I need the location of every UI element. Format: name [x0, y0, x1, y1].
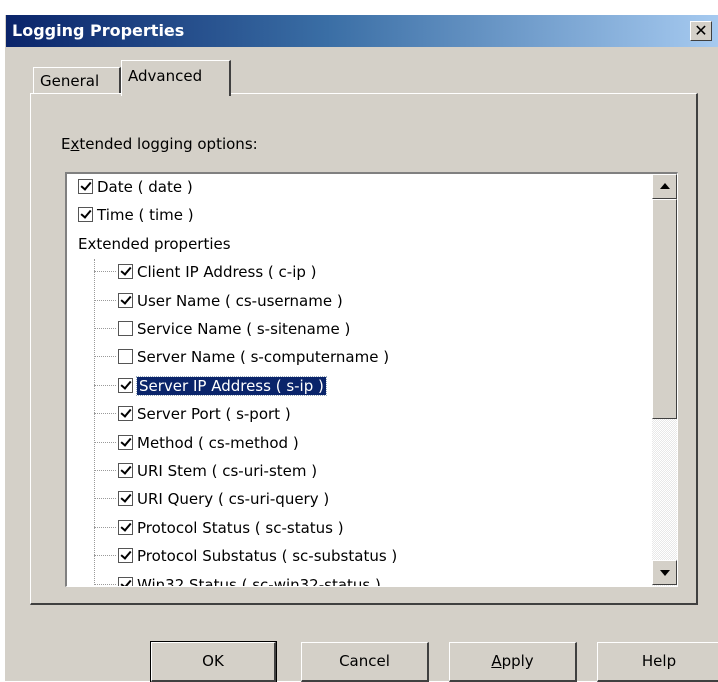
list-item[interactable]: Method ( cs-method ) [94, 430, 299, 456]
tree-connector [94, 299, 116, 301]
list-item-label: Date ( date ) [97, 178, 193, 196]
list-item-label: Service Name ( s-sitename ) [137, 320, 351, 338]
cancel-button-label: Cancel [339, 652, 390, 670]
list-item[interactable]: Date ( date ) [78, 174, 193, 200]
tree-connector [94, 271, 116, 273]
list-item[interactable]: Server Name ( s-computername ) [94, 344, 390, 370]
list-item-label: Protocol Substatus ( sc-substatus ) [137, 547, 398, 566]
tree-connector [94, 526, 116, 528]
item-checkbox[interactable] [118, 292, 133, 308]
logging-properties-dialog: Logging Properties ✕ General Advanced Ex… [5, 15, 718, 682]
title-bar[interactable]: Logging Properties ✕ [6, 15, 718, 47]
list-item-label: URI Query ( cs-uri-query ) [137, 490, 330, 509]
close-icon: ✕ [694, 21, 708, 40]
item-checkbox[interactable] [78, 179, 93, 194]
list-item-label: Protocol Status ( sc-status ) [137, 518, 344, 537]
list-item-label: Client IP Address ( c-ip ) [137, 263, 317, 282]
vertical-scrollbar[interactable] [652, 174, 677, 586]
extended-logging-options-list[interactable]: Date ( date ) Time ( time ) Extended prope… [65, 172, 678, 587]
list-item[interactable]: Win32 Status ( sc-win32-status ) [94, 572, 381, 587]
list-item[interactable]: Time ( time ) [78, 202, 194, 228]
list-item-label: Server Port ( s-port ) [137, 405, 291, 424]
list-item[interactable]: Client IP Address ( c-ip ) [94, 259, 317, 285]
list-item[interactable]: Server Port ( s-port ) [94, 401, 291, 427]
item-checkbox[interactable] [118, 519, 133, 535]
window-title: Logging Properties [12, 21, 185, 40]
help-button-label: Help [641, 652, 677, 670]
item-checkbox[interactable] [118, 377, 133, 393]
tab-general[interactable]: General [33, 67, 121, 93]
tab-advanced-label: Advanced [128, 67, 203, 85]
list-item[interactable]: URI Query ( cs-uri-query ) [94, 486, 330, 512]
item-checkbox[interactable] [118, 349, 133, 365]
close-button[interactable]: ✕ [690, 21, 712, 41]
arrow-up-icon [660, 183, 670, 189]
list-item[interactable]: Service Name ( s-sitename ) [94, 316, 351, 342]
item-checkbox[interactable] [118, 321, 133, 336]
list-item-label: Extended properties [78, 234, 231, 253]
item-checkbox[interactable] [118, 264, 133, 280]
cancel-button[interactable]: Cancel [301, 642, 429, 682]
tab-general-label: General [40, 72, 100, 90]
item-checkbox[interactable] [118, 406, 133, 422]
tree-vertical-line [94, 259, 95, 585]
item-checkbox[interactable] [118, 576, 133, 586]
list-item-label: Time ( time ) [97, 206, 194, 225]
item-checkbox[interactable] [118, 463, 133, 478]
item-checkbox[interactable] [118, 548, 133, 564]
tab-advanced[interactable]: Advanced [121, 60, 231, 96]
item-checkbox[interactable] [78, 207, 93, 223]
list-item-label: Server IP Address ( s-ip ) [136, 375, 327, 396]
scroll-up-button[interactable] [652, 174, 677, 199]
tree-connector [94, 555, 116, 557]
extended-logging-options-label: Extended logging options: [61, 135, 258, 153]
tree-connector [94, 498, 116, 500]
tree-connector [94, 470, 116, 471]
apply-button[interactable]: Apply [449, 642, 577, 682]
list-item[interactable]: Server IP Address ( s-ip ) [94, 373, 327, 399]
help-button[interactable]: Help [597, 642, 718, 682]
list-item-label: Server Name ( s-computername ) [137, 348, 390, 367]
apply-button-label: Apply [491, 652, 534, 670]
tree-connector [94, 583, 116, 585]
list-item-label: Win32 Status ( sc-win32-status ) [137, 575, 381, 587]
tree-connector [94, 356, 116, 358]
ok-button[interactable]: OK [150, 641, 277, 682]
list-item-label: Method ( cs-method ) [137, 433, 299, 452]
list-item-label: User Name ( cs-username ) [137, 291, 343, 310]
list-item[interactable]: User Name ( cs-username ) [94, 288, 343, 314]
tree-connector [94, 328, 116, 329]
ok-button-label: OK [202, 652, 224, 670]
scroll-down-button[interactable] [652, 560, 677, 585]
tree-connector [94, 384, 116, 386]
list-item[interactable]: Extended properties [78, 231, 231, 257]
scrollbar-thumb[interactable] [652, 199, 677, 419]
list-item-label: URI Stem ( cs-uri-stem ) [137, 462, 318, 480]
list-item[interactable]: Protocol Substatus ( sc-substatus ) [94, 543, 398, 569]
tree-connector [94, 413, 116, 415]
list-item[interactable]: URI Stem ( cs-uri-stem ) [94, 458, 318, 484]
item-checkbox[interactable] [118, 491, 133, 507]
tree-connector [94, 441, 116, 443]
arrow-down-icon [660, 570, 670, 576]
list-item[interactable]: Protocol Status ( sc-status ) [94, 515, 344, 541]
item-checkbox[interactable] [118, 434, 133, 450]
